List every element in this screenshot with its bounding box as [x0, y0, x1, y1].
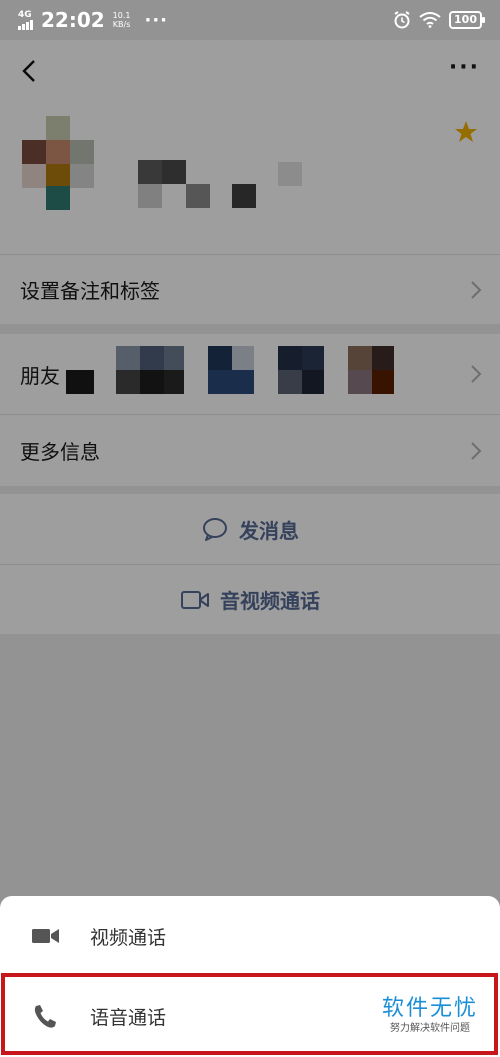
network-speed: 10.1 KB/s	[112, 11, 131, 29]
alarm-clock-icon	[394, 11, 410, 29]
video-camera-icon	[32, 929, 59, 943]
video-call-option[interactable]: 视频通话	[0, 896, 500, 976]
network-type: 4G	[18, 9, 32, 20]
voice-call-label: 语音通话	[90, 1006, 167, 1029]
clock: 22:02	[41, 8, 105, 32]
phone-icon	[34, 1005, 56, 1028]
video-call-label: 视频通话	[90, 926, 167, 949]
wifi-icon	[419, 12, 441, 28]
notification-more: ···	[144, 9, 168, 31]
watermark-logo: 软件无忧 努力解决软件问题	[374, 996, 486, 1036]
battery-indicator: 100	[449, 11, 485, 29]
status-bar: 4G 22:02 10.1 KB/s ··· 100	[0, 0, 500, 40]
signal-indicator: 4G	[18, 9, 33, 30]
signal-bars-icon	[18, 19, 33, 30]
